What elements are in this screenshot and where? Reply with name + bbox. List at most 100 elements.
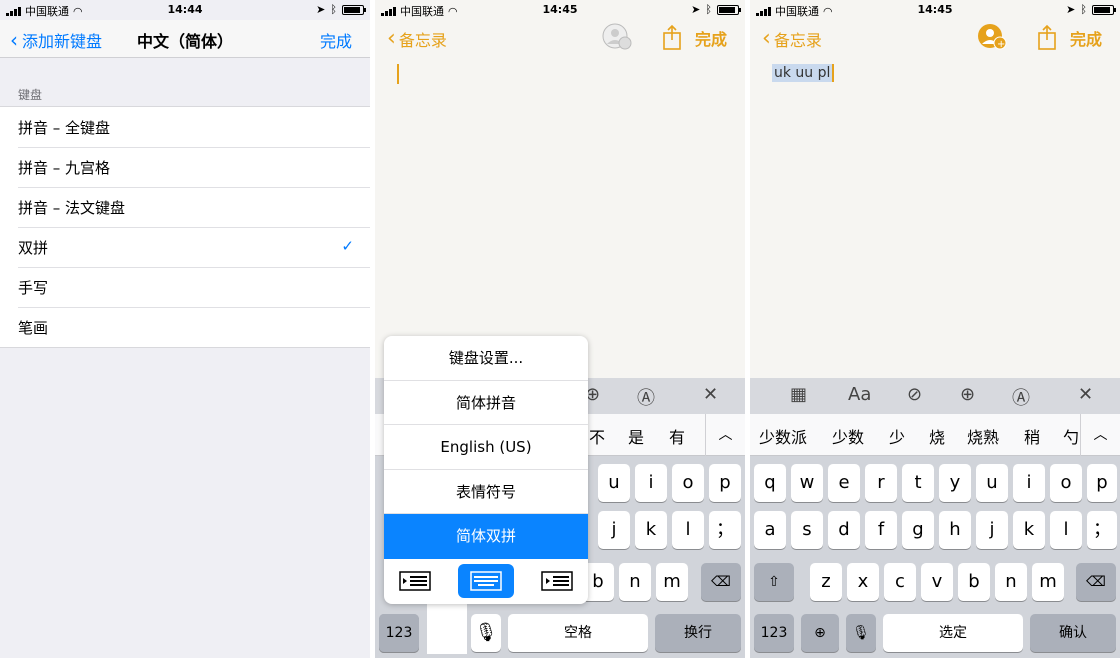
left-keyboard-icon[interactable] xyxy=(395,568,435,594)
key[interactable]: n xyxy=(619,563,651,601)
candidate[interactable]: 不 xyxy=(589,424,605,448)
menu-item-shuangpin[interactable]: 简体双拼 xyxy=(384,514,588,559)
shift-key[interactable]: ⇧ xyxy=(754,563,794,601)
key[interactable]: k xyxy=(635,511,667,549)
share-icon[interactable] xyxy=(661,24,683,56)
back-button[interactable]: ‹ 备忘录 xyxy=(762,26,822,51)
key[interactable]: s xyxy=(791,511,823,549)
key[interactable]: t xyxy=(902,464,934,502)
list-item[interactable]: 拼音 – 全键盘 xyxy=(0,107,370,147)
menu-item-keyboard-settings[interactable]: 键盘设置... xyxy=(384,336,588,381)
close-icon[interactable]: ✕ xyxy=(1078,384,1093,405)
key[interactable]: r xyxy=(865,464,897,502)
candidate[interactable]: 少数 xyxy=(832,424,864,448)
confirm-key[interactable]: 确认 xyxy=(1030,614,1116,652)
backspace-key[interactable]: ⌫ xyxy=(701,563,741,601)
list-item[interactable]: 拼音 – 九宫格 xyxy=(0,147,370,187)
checklist-icon[interactable]: ⊘ xyxy=(907,384,922,405)
key[interactable]: ； xyxy=(709,511,741,549)
marked-text: uk uu pl xyxy=(772,64,835,82)
numbers-key[interactable]: 123 xyxy=(754,614,794,652)
markup-icon[interactable]: Ⓐ xyxy=(1012,384,1030,410)
key[interactable]: q xyxy=(754,464,786,502)
share-icon[interactable] xyxy=(1036,24,1058,56)
dictation-key[interactable]: 🎙 xyxy=(471,614,501,652)
done-button[interactable]: 完成 xyxy=(320,28,352,52)
shift-icon: ⇧ xyxy=(768,574,780,590)
list-item-label: 拼音 – 法文键盘 xyxy=(18,198,126,217)
markup-icon[interactable]: Ⓐ xyxy=(637,384,655,410)
text-format-icon[interactable]: Aa xyxy=(848,384,871,405)
key[interactable]: ； xyxy=(1087,511,1117,549)
return-key[interactable]: 换行 xyxy=(655,614,741,652)
space-key[interactable]: 空格 xyxy=(508,614,648,652)
candidate[interactable]: 烧熟 xyxy=(967,424,999,448)
key[interactable]: p xyxy=(709,464,741,502)
candidate[interactable]: 勺 xyxy=(1063,424,1079,448)
backspace-key[interactable]: ⌫ xyxy=(1076,563,1116,601)
add-people-icon[interactable] xyxy=(601,22,633,56)
key[interactable]: x xyxy=(847,563,879,601)
status-bar: 中国联通 ◠ 14:45 ➤ ᛒ xyxy=(375,0,745,20)
select-key[interactable]: 选定 xyxy=(883,614,1023,652)
key[interactable]: l xyxy=(1050,511,1082,549)
key[interactable]: i xyxy=(635,464,667,502)
numbers-key-front[interactable]: 123 xyxy=(379,614,419,652)
key[interactable]: y xyxy=(939,464,971,502)
list-item-label: 拼音 – 全键盘 xyxy=(18,118,111,137)
list-item[interactable]: 手写 xyxy=(0,267,370,307)
done-button[interactable]: 完成 xyxy=(695,26,727,50)
key[interactable]: d xyxy=(828,511,860,549)
key[interactable]: m xyxy=(656,563,688,601)
key[interactable]: c xyxy=(884,563,916,601)
candidate[interactable]: 少数派 xyxy=(759,424,807,448)
back-button[interactable]: ‹ 备忘录 xyxy=(387,26,447,51)
key[interactable]: a xyxy=(754,511,786,549)
key[interactable]: e xyxy=(828,464,860,502)
key[interactable]: o xyxy=(1050,464,1082,502)
close-icon[interactable]: ✕ xyxy=(703,384,718,405)
add-people-icon[interactable]: + xyxy=(976,22,1008,56)
key[interactable]: b xyxy=(958,563,990,601)
right-keyboard-icon[interactable] xyxy=(537,568,577,594)
candidate[interactable]: 是 xyxy=(628,424,644,448)
key[interactable]: z xyxy=(810,563,842,601)
menu-item-english[interactable]: English (US) xyxy=(384,425,588,470)
key[interactable]: j xyxy=(976,511,1008,549)
candidate[interactable]: 有 xyxy=(669,424,685,448)
list-item[interactable]: 拼音 – 法文键盘 xyxy=(0,187,370,227)
list-item[interactable]: 笔画 xyxy=(0,307,370,347)
candidate[interactable]: 稍 xyxy=(1024,424,1040,448)
menu-item-pinyin[interactable]: 简体拼音 xyxy=(384,381,588,425)
candidate[interactable]: 烧 xyxy=(929,424,945,448)
key[interactable]: u xyxy=(598,464,630,502)
candidate-bar: 少数派 少数 少 烧 烧熟 稍 勺 ︿ xyxy=(750,414,1120,456)
candidate[interactable]: 少 xyxy=(889,424,905,448)
dictation-key[interactable]: 🎙 xyxy=(846,614,876,652)
full-keyboard-icon[interactable] xyxy=(457,564,514,598)
key[interactable]: j xyxy=(598,511,630,549)
key[interactable]: m xyxy=(1032,563,1064,601)
menu-item-emoji[interactable]: 表情符号 xyxy=(384,470,588,514)
key[interactable]: o xyxy=(672,464,704,502)
list-item-selected[interactable]: 双拼 ✓ xyxy=(0,227,370,267)
expand-candidates-button[interactable]: ︿ xyxy=(705,414,745,456)
key[interactable]: u xyxy=(976,464,1008,502)
key[interactable]: l xyxy=(672,511,704,549)
key[interactable]: n xyxy=(995,563,1027,601)
key[interactable]: i xyxy=(1013,464,1045,502)
done-button[interactable]: 完成 xyxy=(1070,26,1102,50)
key[interactable]: g xyxy=(902,511,934,549)
table-icon[interactable]: ▦ xyxy=(790,384,807,405)
key[interactable]: f xyxy=(865,511,897,549)
status-bar: 中国联通 ◠ 14:45 ➤ ᛒ xyxy=(750,0,1120,20)
key[interactable]: k xyxy=(1013,511,1045,549)
key[interactable]: h xyxy=(939,511,971,549)
globe-key[interactable]: ⊕ xyxy=(801,614,839,652)
microphone-icon: 🎙 xyxy=(474,622,498,643)
key[interactable]: p xyxy=(1087,464,1117,502)
key[interactable]: v xyxy=(921,563,953,601)
key[interactable]: w xyxy=(791,464,823,502)
add-icon[interactable]: ⊕ xyxy=(960,384,975,405)
expand-candidates-button[interactable]: ︿ xyxy=(1080,414,1120,456)
